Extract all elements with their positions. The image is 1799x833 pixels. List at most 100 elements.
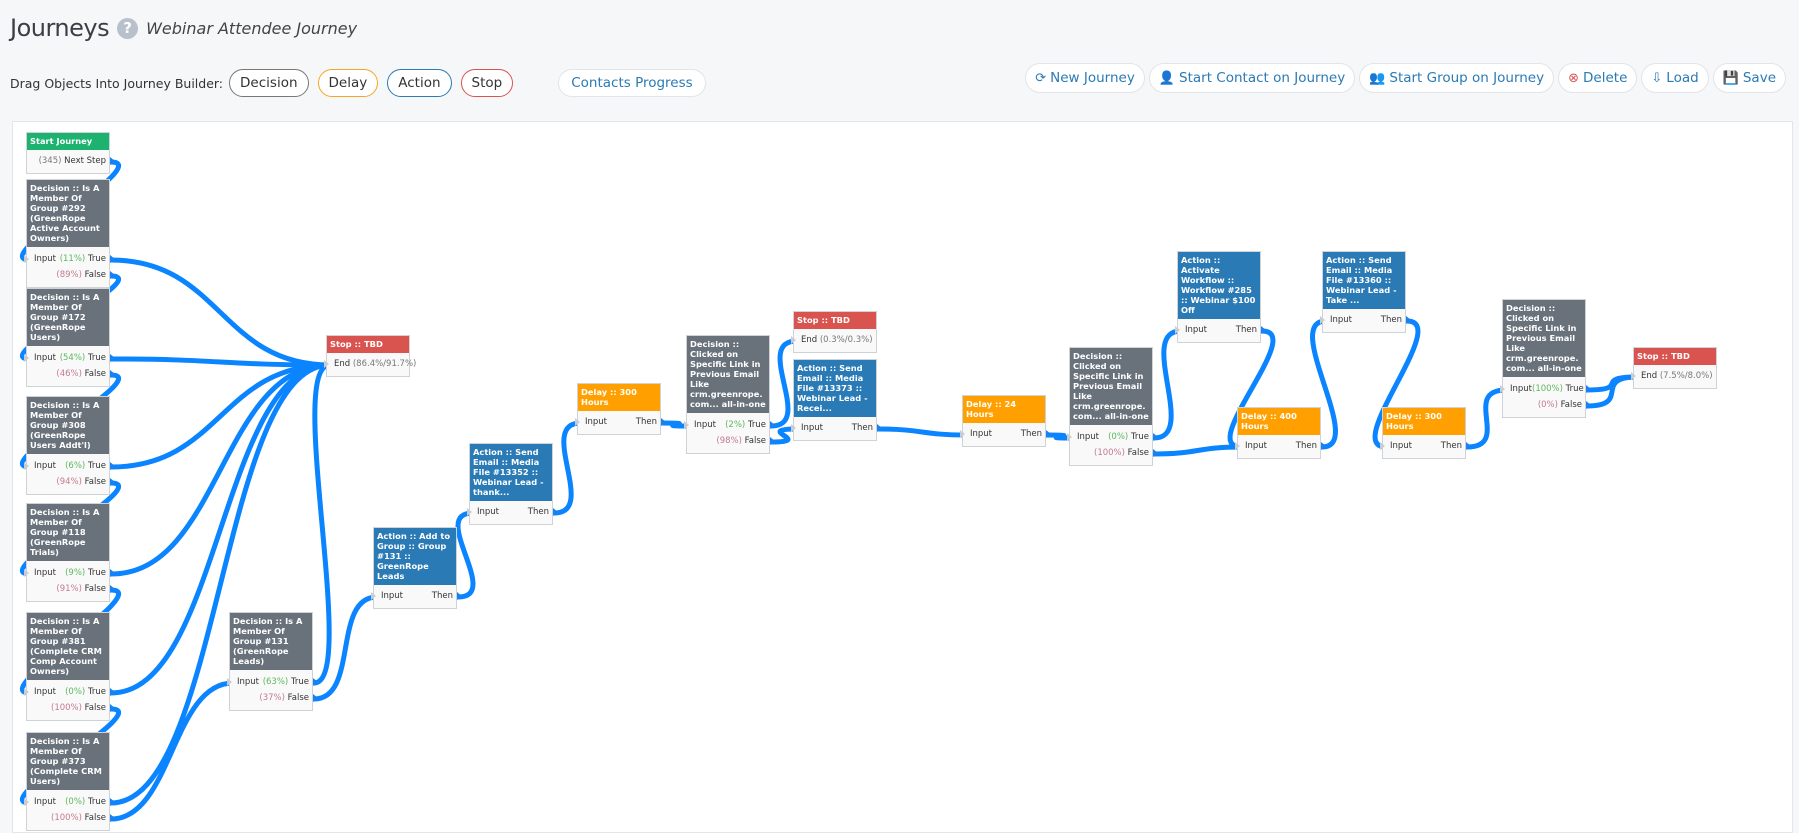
drag-stop-button[interactable]: Stop <box>460 69 514 97</box>
output-port[interactable] <box>877 424 882 432</box>
decision-node[interactable]: Decision :: Clicked on Specific Link in … <box>684 335 775 454</box>
load-button[interactable]: ⇩ Load <box>1641 63 1709 93</box>
connector-email13373-then-to-delay24[interactable] <box>875 426 969 438</box>
then-label[interactable]: Then <box>636 417 657 427</box>
connector-click2-false-to-delay400[interactable] <box>1151 444 1244 457</box>
stop-node[interactable]: Stop :: TBD End (0.3%/0.3%) <box>791 311 877 353</box>
action-node[interactable]: Action :: Activate Workflow :: Workflow … <box>1175 251 1266 343</box>
decision-node[interactable]: Decision :: Is A Member Of Group #292 (G… <box>24 179 115 288</box>
connector-d373-true-to-stop1[interactable] <box>108 362 333 806</box>
then-label[interactable]: Then <box>432 591 453 601</box>
output-port[interactable] <box>1046 430 1051 438</box>
decision-node[interactable]: Decision :: Is A Member Of Group #373 (C… <box>24 732 115 831</box>
input-port[interactable] <box>371 592 376 600</box>
input-port[interactable] <box>467 508 472 516</box>
true-output[interactable]: (100%) True <box>1532 384 1584 394</box>
decision-node[interactable]: Decision :: Is A Member Of Group #308 (G… <box>24 396 115 495</box>
stop-node[interactable]: Stop :: TBD End (86.4%/91.7%) <box>324 335 416 377</box>
false-output[interactable]: (100%) False <box>51 813 106 823</box>
output-port[interactable] <box>770 437 775 445</box>
decision-node[interactable]: Decision :: Is A Member Of Group #118 (G… <box>24 503 115 602</box>
input-port[interactable] <box>960 430 965 438</box>
input-port[interactable] <box>324 360 329 368</box>
help-icon[interactable]: ? <box>117 17 139 39</box>
decision-node[interactable]: Decision :: Is A Member Of Group #381 (C… <box>24 612 115 721</box>
journey-builder-canvas[interactable]: Start Journey (345) Next Step Decision :: … <box>12 121 1793 833</box>
then-label[interactable]: Then <box>852 423 873 433</box>
output-port[interactable] <box>110 814 115 822</box>
input-port[interactable] <box>24 569 29 577</box>
start-contact-button[interactable]: 👤 Start Contact on Journey <box>1148 63 1356 93</box>
connector-d131-true-to-stop1[interactable] <box>311 362 333 686</box>
true-output[interactable]: (9%) True <box>65 568 106 578</box>
output-port[interactable] <box>110 354 115 362</box>
input-port[interactable] <box>575 418 580 426</box>
then-label[interactable]: Then <box>1381 315 1402 325</box>
output-port[interactable] <box>313 678 318 686</box>
output-port[interactable] <box>1153 433 1158 441</box>
action-node[interactable]: Action :: Send Email :: Media File #1337… <box>791 359 882 441</box>
output-port[interactable] <box>1466 442 1471 450</box>
start-group-button[interactable]: 👥 Start Group on Journey <box>1359 63 1555 93</box>
output-port[interactable] <box>110 704 115 712</box>
true-output[interactable]: (11%) True <box>60 254 106 264</box>
input-port[interactable] <box>791 424 796 432</box>
false-output[interactable]: (46%) False <box>56 369 106 379</box>
output-port[interactable] <box>110 157 115 165</box>
input-port[interactable] <box>24 688 29 696</box>
drag-delay-button[interactable]: Delay <box>317 69 379 97</box>
input-port[interactable] <box>227 678 232 686</box>
action-node[interactable]: Action :: Send Email :: Media File #1335… <box>467 443 558 525</box>
true-output[interactable]: (0%) True <box>65 797 106 807</box>
decision-node[interactable]: Decision :: Is A Member Of Group #131 (G… <box>227 612 318 711</box>
input-port[interactable] <box>24 354 29 362</box>
then-label[interactable]: Then <box>1296 441 1317 451</box>
false-output[interactable]: (100%) False <box>1094 448 1149 458</box>
output-port[interactable] <box>110 585 115 593</box>
false-output[interactable]: (37%) False <box>259 693 309 703</box>
decision-node[interactable]: Decision :: Clicked on Specific Link in … <box>1500 299 1591 418</box>
stop-node[interactable]: Stop :: TBD End (7.5%/8.0%) <box>1631 347 1717 389</box>
false-output[interactable]: (94%) False <box>56 477 106 487</box>
decision-node[interactable]: Decision :: Clicked on Specific Link in … <box>1067 347 1158 466</box>
true-output[interactable]: (54%) True <box>60 353 106 363</box>
true-output[interactable]: (63%) True <box>263 677 309 687</box>
delay-node[interactable]: Delay :: 24 Hours Input Then <box>960 395 1051 447</box>
output-port[interactable] <box>110 462 115 470</box>
then-label[interactable]: Then <box>1021 429 1042 439</box>
output-port[interactable] <box>1153 449 1158 457</box>
connector-d131-false-to-addgroup[interactable] <box>311 594 380 702</box>
output-port[interactable] <box>110 688 115 696</box>
true-output[interactable]: (6%) True <box>65 461 106 471</box>
output-port[interactable] <box>110 569 115 577</box>
decision-node[interactable]: Decision :: Is A Member Of Group #172 (G… <box>24 288 115 387</box>
connector-click2-true-to-workflow285[interactable] <box>1151 328 1184 441</box>
then-label[interactable]: Then <box>528 507 549 517</box>
true-output[interactable]: (0%) True <box>1108 432 1149 442</box>
then-label[interactable]: Then <box>1441 441 1462 451</box>
input-port[interactable] <box>1175 326 1180 334</box>
true-output[interactable]: (0%) True <box>65 687 106 697</box>
input-port[interactable] <box>1500 385 1505 393</box>
connector-delay300b-then-to-click3[interactable] <box>1464 387 1509 450</box>
next-step-output[interactable]: (345) Next Step <box>39 156 106 166</box>
output-port[interactable] <box>110 478 115 486</box>
output-port[interactable] <box>457 592 462 600</box>
input-port[interactable] <box>1380 442 1385 450</box>
action-node[interactable]: Action :: Send Email :: Media File #1336… <box>1320 251 1411 333</box>
output-port[interactable] <box>1586 401 1591 409</box>
output-port[interactable] <box>110 798 115 806</box>
delay-node[interactable]: Delay :: 300 Hours Input Then <box>1380 407 1471 459</box>
drag-decision-button[interactable]: Decision <box>229 69 309 97</box>
then-label[interactable]: Then <box>1236 325 1257 335</box>
output-port[interactable] <box>661 418 666 426</box>
false-output[interactable]: (0%) False <box>1538 400 1582 410</box>
false-output[interactable]: (91%) False <box>56 584 106 594</box>
output-port[interactable] <box>110 255 115 263</box>
contacts-progress-button[interactable]: Contacts Progress <box>558 69 706 97</box>
connector-addgroup-then-to-email13352[interactable] <box>455 510 476 600</box>
output-port[interactable] <box>110 271 115 279</box>
true-output[interactable]: (2%) True <box>725 420 766 430</box>
input-port[interactable] <box>1320 316 1325 324</box>
output-port[interactable] <box>770 421 775 429</box>
